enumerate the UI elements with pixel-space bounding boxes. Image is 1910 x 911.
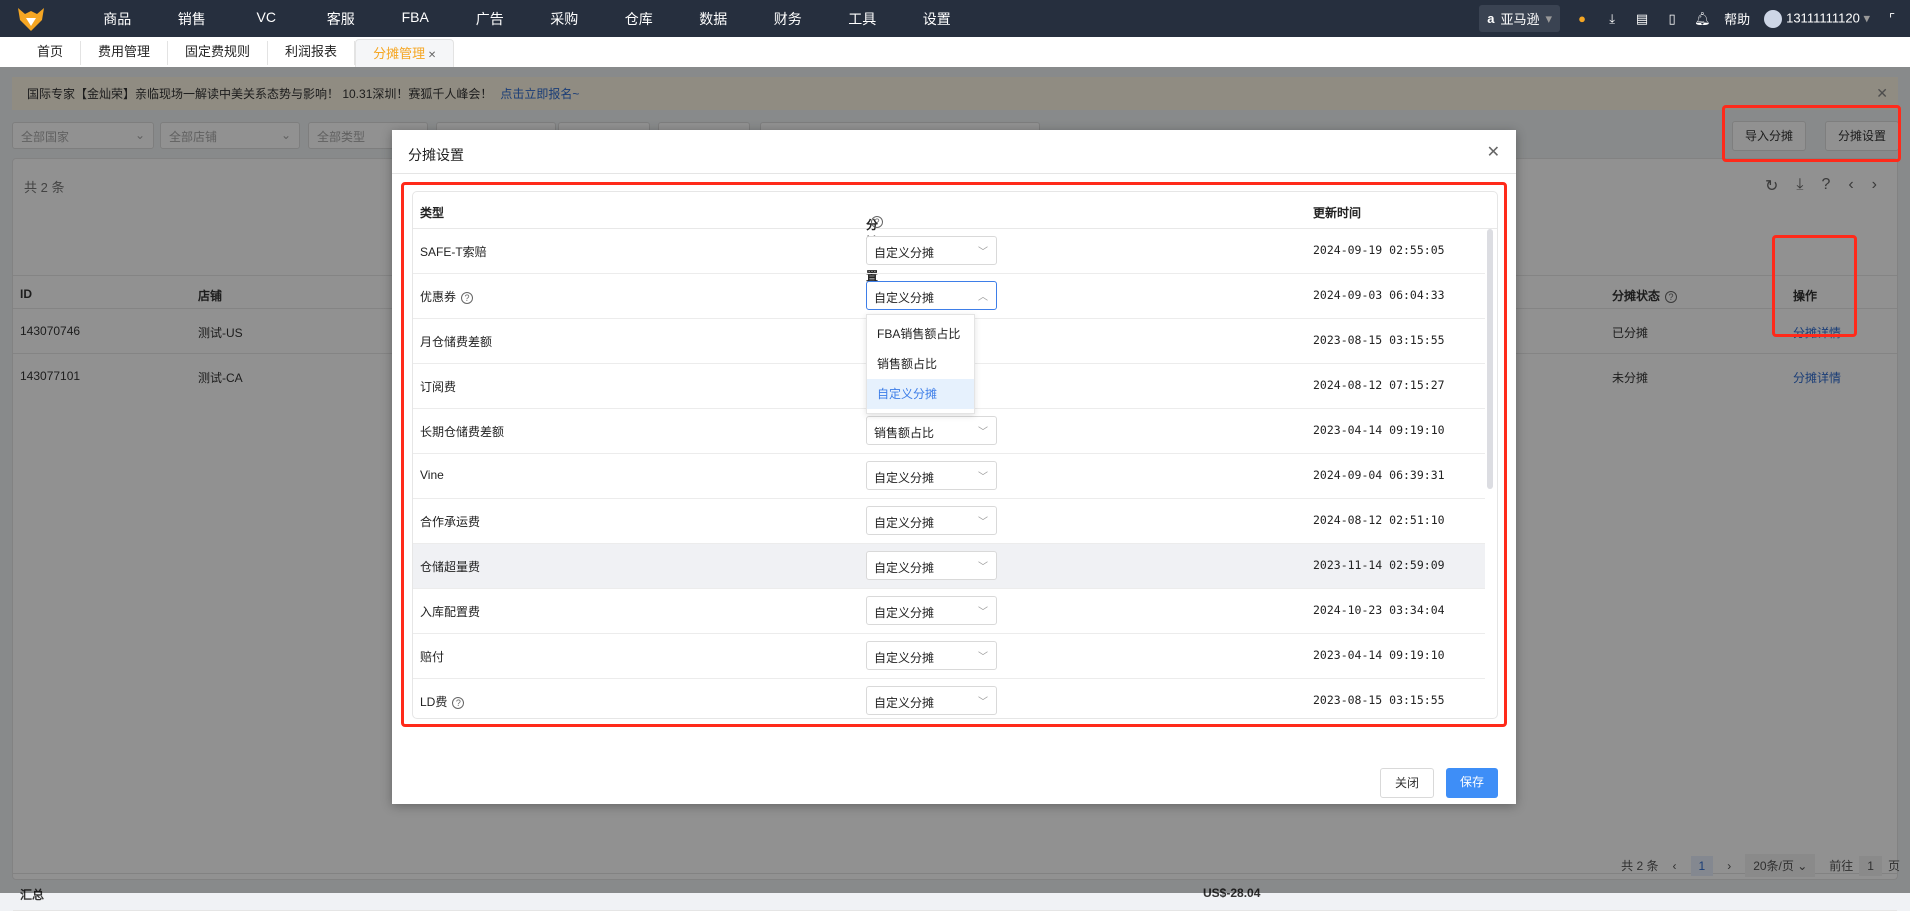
nav-item[interactable]: 工具	[825, 9, 900, 29]
nav-item[interactable]: 仓库	[602, 9, 677, 29]
nav-item[interactable]: 财务	[751, 9, 826, 29]
close-icon[interactable]: ✕	[1487, 142, 1500, 162]
nav-item[interactable]: 数据	[676, 9, 751, 29]
tab-item[interactable]: 固定费规则	[168, 41, 269, 65]
nav-item[interactable]: VC	[229, 9, 304, 29]
bell-icon[interactable]: 🔔︎	[1694, 11, 1711, 27]
amazon-icon: a	[1487, 11, 1495, 26]
tab-label: 分摊管理	[373, 46, 426, 61]
allocation-settings-dialog: 分摊设置 ✕ 类型 分摊设置? 更新时间 SAFE-T索赔自定义分摊﹀2024-…	[392, 130, 1516, 804]
tab-item[interactable]: 首页	[20, 41, 82, 65]
marketplace-select[interactable]: a 亚马逊 ▾	[1479, 5, 1561, 32]
tab-label: 利润报表	[285, 44, 338, 59]
marketplace-label: 亚马逊	[1500, 12, 1540, 27]
document-add-icon[interactable]: ▤	[1634, 11, 1650, 27]
dropdown-option[interactable]: FBA销售额占比	[867, 319, 974, 349]
page-tabs: 首页 费用管理 固定费规则 利润报表 分摊管理 ✕	[0, 37, 1910, 67]
avatar	[1764, 9, 1783, 28]
highlight-box	[1772, 235, 1857, 337]
nav-item[interactable]: 商品	[80, 9, 155, 29]
dropdown-option[interactable]: 销售额占比	[867, 349, 974, 379]
tab-item[interactable]: 费用管理	[81, 41, 169, 65]
mobile-icon[interactable]: ▯	[1664, 11, 1680, 27]
tab-label: 固定费规则	[185, 44, 251, 59]
tab-item[interactable]: 利润报表	[268, 41, 356, 65]
highlight-box	[401, 182, 1507, 727]
user-menu[interactable]: 13111111120 ▾	[1764, 9, 1870, 28]
fullscreen-icon[interactable]: ⌜	[1884, 11, 1900, 27]
nav-item[interactable]: FBA	[378, 9, 453, 29]
tab-item[interactable]: 分摊管理 ✕	[355, 39, 455, 67]
nav-item[interactable]: 设置	[900, 9, 975, 29]
nav-item[interactable]: 采购	[527, 9, 602, 29]
highlight-box	[1722, 105, 1901, 162]
caret-down-icon: ▾	[1545, 10, 1553, 26]
tab-label: 首页	[37, 44, 64, 59]
customer-service-icon[interactable]: ●	[1574, 11, 1590, 27]
close-button[interactable]: 关闭	[1380, 768, 1434, 798]
save-button[interactable]: 保存	[1446, 768, 1498, 798]
nav-item[interactable]: 广告	[453, 9, 528, 29]
download-icon[interactable]: ⤓	[1604, 11, 1620, 27]
dialog-title: 分摊设置	[408, 147, 464, 163]
fox-logo-icon[interactable]	[16, 6, 46, 32]
dropdown-option[interactable]: 自定义分摊	[867, 379, 974, 409]
help-link[interactable]: 帮助	[1724, 9, 1750, 28]
close-icon[interactable]: ✕	[425, 50, 436, 61]
username: 13111111120	[1786, 9, 1860, 25]
allocation-method-dropdown: FBA销售额占比 销售额占比 自定义分摊	[866, 314, 975, 414]
nav-item[interactable]: 销售	[155, 9, 230, 29]
top-nav: 商品 销售 VC 客服 FBA 广告 采购 仓库 数据 财务 工具 设置 a 亚马逊 ▾ ● ⤓ ▤ ▯ …	[0, 0, 1910, 37]
tab-label: 费用管理	[98, 44, 151, 59]
caret-down-icon: ▾	[1863, 9, 1870, 25]
nav-item[interactable]: 客服	[304, 9, 379, 29]
